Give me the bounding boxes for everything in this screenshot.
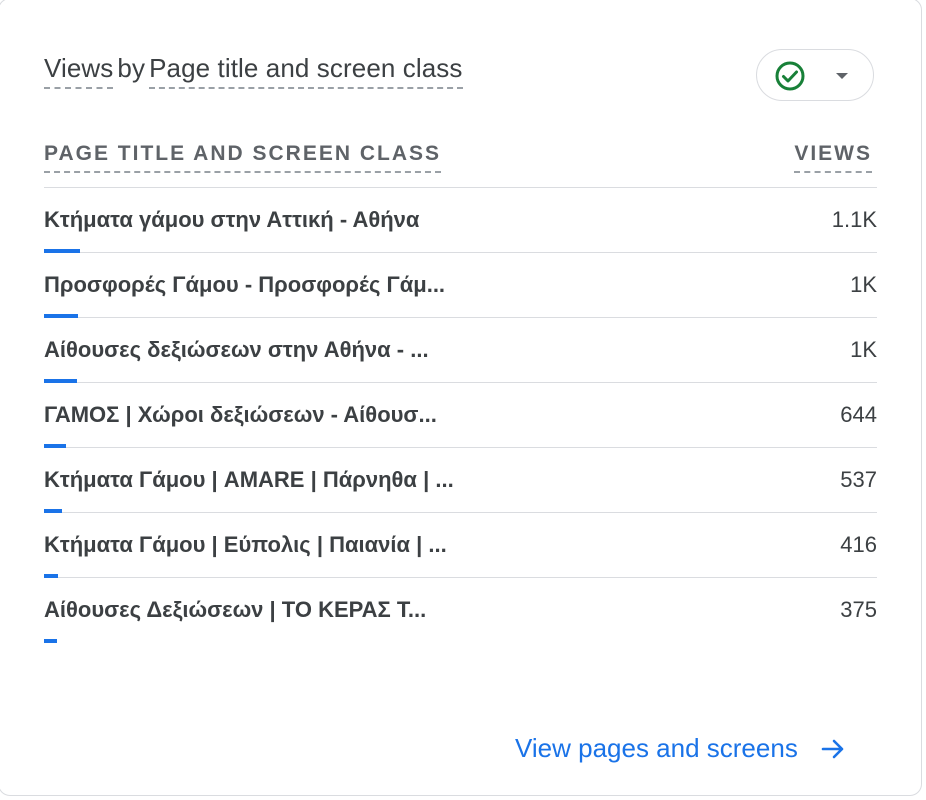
dimension-column-label: PAGE TITLE AND SCREEN CLASS: [44, 142, 442, 173]
table-row: Κτήματα Γάμου | Εύπολις | Παιανία | ... …: [44, 513, 877, 578]
row-page-title: ΓΑΜΟΣ | Χώροι δεξιώσεων - Αίθουσ...: [44, 402, 437, 427]
table-row: ΓΑΜΟΣ | Χώροι δεξιώσεων - Αίθουσ... 644: [44, 383, 877, 448]
row-page-title: Προσφορές Γάμου - Προσφορές Γάμ...: [44, 272, 446, 297]
table-row: Αίθουσες Δεξιώσεων | ΤΟ ΚΕΡΑΣ Τ... 375: [44, 578, 877, 643]
view-pages-and-screens-label: View pages and screens: [515, 733, 798, 763]
chevron-down-icon: [836, 73, 848, 79]
row-page-title: Κτήματα Γάμου | Εύπολις | Παιανία | ...: [44, 532, 447, 557]
row-page-title: Αίθουσες Δεξιώσεων | ΤΟ ΚΕΡΑΣ Τ...: [44, 597, 427, 622]
metric-selector[interactable]: Views: [44, 53, 114, 89]
metric-column-label: VIEWS: [794, 142, 872, 173]
row-views: 1K: [850, 272, 877, 297]
table-row: Αίθουσες δεξιώσεων στην Αθήνα - ... 1K: [44, 318, 877, 383]
row-views: 537: [840, 467, 877, 492]
dimension-column-header[interactable]: PAGE TITLE AND SCREEN CLASS: [44, 142, 442, 173]
card-title: Views by Page title and screen class: [44, 53, 463, 89]
title-separator: by: [117, 53, 146, 83]
view-pages-and-screens-link[interactable]: View pages and screens: [515, 733, 846, 764]
arrow-right-icon: [821, 739, 844, 758]
row-views: 644: [840, 402, 877, 427]
row-views: 1.1K: [831, 207, 877, 232]
comparison-status-dropdown[interactable]: [756, 49, 874, 101]
row-page-title: Αίθουσες δεξιώσεων στην Αθήνα - ...: [44, 337, 429, 362]
row-page-title: Κτήματα γάμου στην Αττική - Αθήνα: [44, 207, 420, 232]
row-page-title: Κτήματα Γάμου | AMARE | Πάρνηθα | ...: [44, 467, 454, 492]
row-share-bar: [44, 639, 57, 643]
table-row: Κτήματα Γάμου | AMARE | Πάρνηθα | ... 53…: [44, 448, 877, 513]
table-body: Κτήματα γάμου στην Αττική - Αθήνα 1.1K Π…: [44, 188, 877, 643]
table-row: Προσφορές Γάμου - Προσφορές Γάμ... 1K: [44, 253, 877, 318]
views-by-page-title-card: Views by Page title and screen class PAGE …: [0, 0, 922, 796]
dimension-selector[interactable]: Page title and screen class: [149, 53, 463, 89]
check-circle-icon: [775, 61, 805, 91]
row-views: 416: [840, 532, 877, 557]
row-views: 1K: [850, 337, 877, 362]
metric-column-header[interactable]: VIEWS: [794, 142, 872, 173]
table-row: Κτήματα γάμου στην Αττική - Αθήνα 1.1K: [44, 188, 877, 253]
row-views: 375: [840, 597, 877, 622]
